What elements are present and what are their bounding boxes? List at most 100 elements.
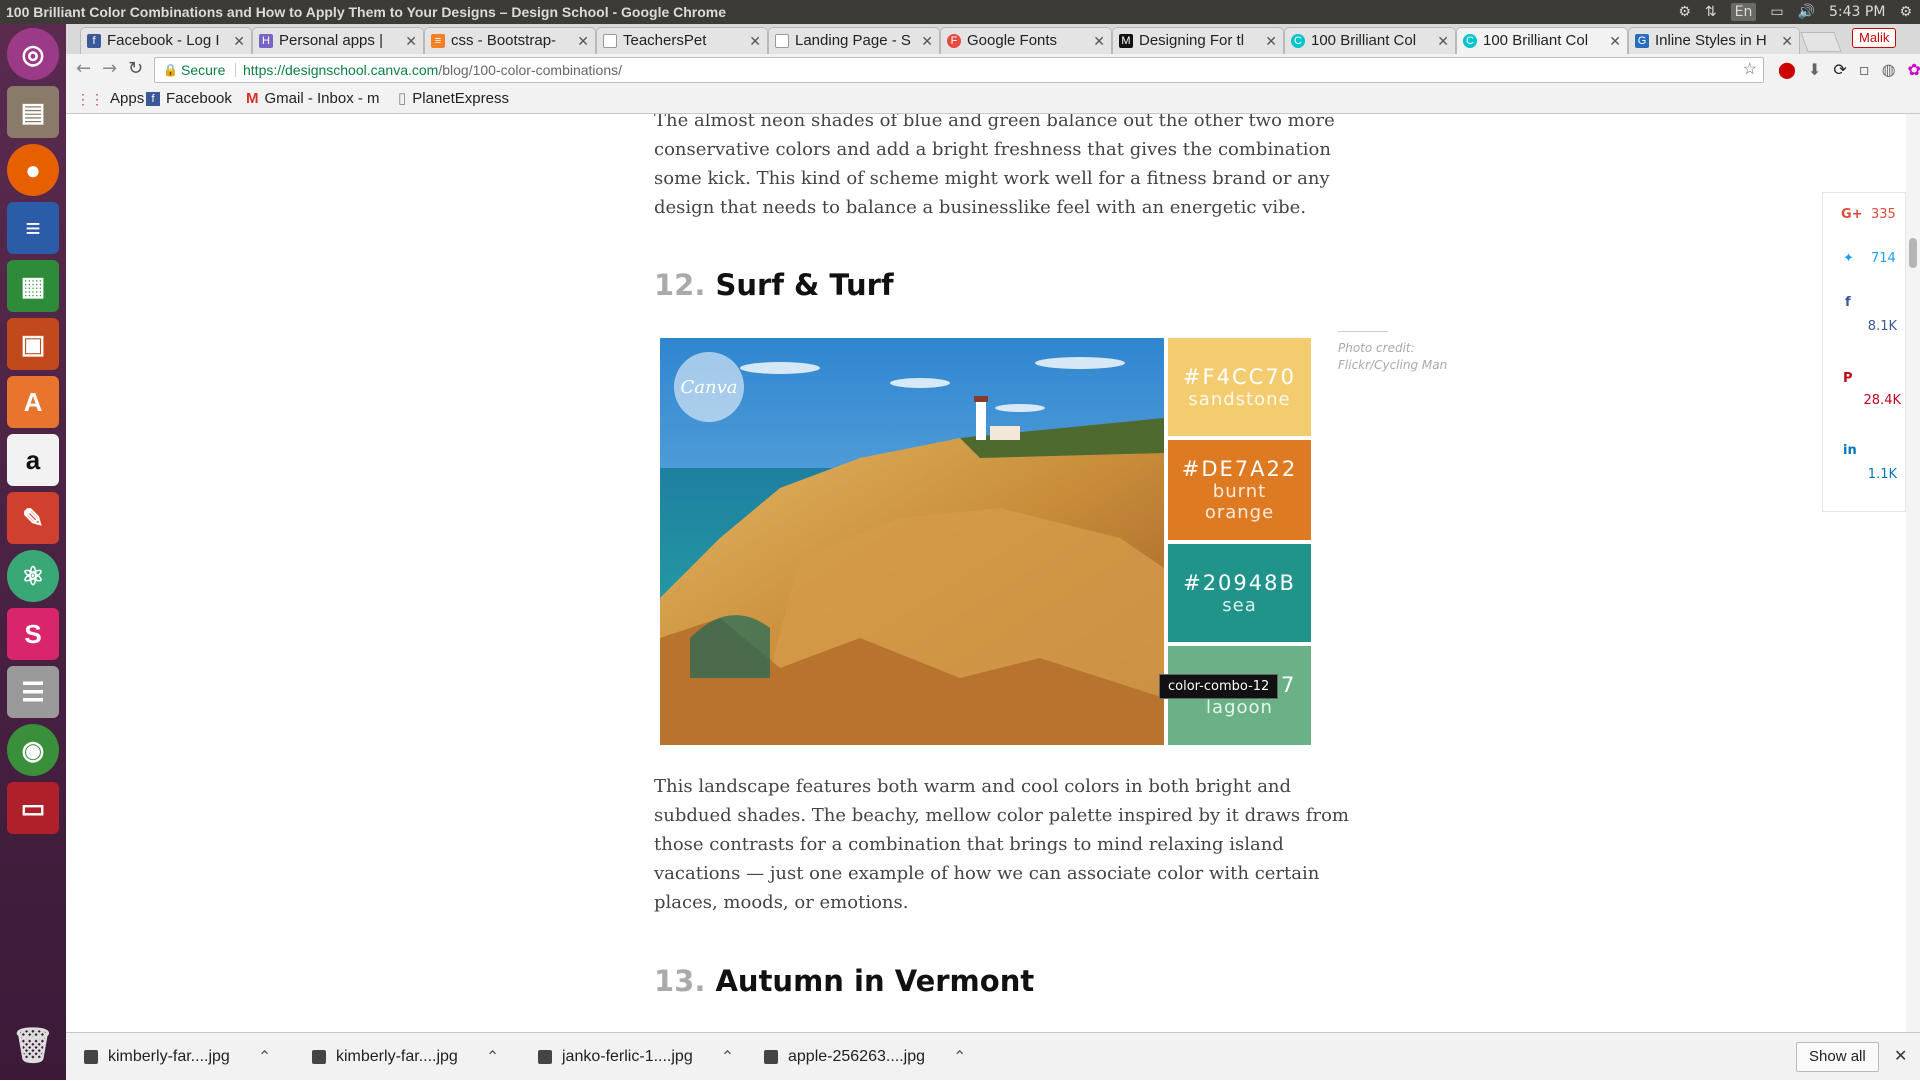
- atom-icon[interactable]: ⚛: [7, 550, 59, 602]
- section-title: Surf & Turf: [715, 268, 894, 302]
- download-item[interactable]: kimberly-far....jpg ⌃: [312, 1033, 499, 1081]
- color-picker-extension-icon[interactable]: ✿: [1908, 60, 1920, 79]
- close-tab-icon[interactable]: ✕: [405, 28, 417, 54]
- chevron-up-icon[interactable]: ⌃: [258, 1047, 271, 1067]
- share-twitter[interactable]: ✦ 714: [1823, 251, 1906, 291]
- impress-icon[interactable]: ▣: [7, 318, 59, 370]
- credit-rule: [1338, 331, 1388, 332]
- address-bar[interactable]: 🔒 Secure https://designschool.canva.com/…: [154, 57, 1764, 83]
- share-count: 335: [1871, 207, 1896, 222]
- network-icon[interactable]: ⇅: [1705, 0, 1717, 24]
- clock[interactable]: 5:43 PM: [1829, 0, 1885, 24]
- tab-100-brilliant-active[interactable]: C 100 Brilliant Col ✕: [1456, 27, 1628, 54]
- close-downloads-icon[interactable]: ✕: [1894, 1046, 1907, 1066]
- extension-icon[interactable]: ▫: [1859, 60, 1870, 79]
- tab-100-brilliant-1[interactable]: C 100 Brilliant Col ✕: [1284, 27, 1456, 54]
- apps-grid-icon: ⋮⋮: [76, 91, 104, 107]
- section-title: Autumn in Vermont: [715, 964, 1035, 998]
- session-icon[interactable]: ⚙: [1899, 0, 1912, 24]
- tab-facebook[interactable]: f Facebook - Log I ✕: [80, 27, 252, 54]
- download-item[interactable]: apple-256263....jpg ⌃: [764, 1033, 966, 1081]
- new-tab-button[interactable]: [1800, 32, 1842, 52]
- share-count: 714: [1871, 251, 1896, 266]
- bookmark-apps[interactable]: ⋮⋮ Apps: [76, 86, 144, 112]
- close-tab-icon[interactable]: ✕: [233, 28, 245, 54]
- system-settings-icon[interactable]: ✎: [7, 492, 59, 544]
- scrollbar-thumb[interactable]: [1909, 238, 1917, 268]
- bookmark-planetexpress[interactable]: ▯ PlanetExpress: [398, 86, 509, 112]
- surf-and-turf-photo: Canva: [660, 338, 1164, 745]
- bookmark-star-icon[interactable]: ☆: [1743, 58, 1757, 82]
- ubuntu-dash-icon[interactable]: ◎: [7, 28, 59, 80]
- text-line: subdued shades. The beachy, mellow color…: [654, 805, 1349, 826]
- share-linkedin[interactable]: in 1.1K: [1823, 443, 1906, 493]
- trash-icon[interactable]: 🗑: [7, 1020, 59, 1072]
- chevron-up-icon[interactable]: ⌃: [721, 1047, 734, 1067]
- close-tab-icon[interactable]: ✕: [1265, 28, 1277, 54]
- close-tab-icon[interactable]: ✕: [921, 28, 933, 54]
- bookmarks-bar: ⋮⋮ Apps f Facebook M Gmail - Inbox - m ▯ Pla…: [66, 86, 1920, 112]
- sync-extension-icon[interactable]: ⟳: [1833, 60, 1846, 79]
- volume-icon[interactable]: 🔊: [1798, 0, 1815, 24]
- system-tray: ⚙ ⇅ En ▭ 🔊 5:43 PM ⚙: [1678, 0, 1912, 24]
- tab-inline-styles[interactable]: G Inline Styles in H ✕: [1628, 27, 1800, 54]
- software-center-icon[interactable]: A: [7, 376, 59, 428]
- swatch-sea: #20948B sea: [1168, 544, 1311, 642]
- close-tab-icon[interactable]: ✕: [1093, 28, 1105, 54]
- swatch-name: sea: [1222, 594, 1257, 616]
- tab-google-fonts[interactable]: F Google Fonts ✕: [940, 27, 1112, 54]
- close-tab-icon[interactable]: ✕: [1437, 28, 1449, 54]
- close-tab-icon[interactable]: ✕: [749, 28, 761, 54]
- files-icon[interactable]: ▤: [7, 86, 59, 138]
- back-button[interactable]: ←: [76, 58, 91, 79]
- close-tab-icon[interactable]: ✕: [1781, 28, 1793, 54]
- settings-icon[interactable]: ⚙: [1678, 0, 1691, 24]
- writer-icon[interactable]: ≡: [7, 202, 59, 254]
- image-file-icon: [538, 1050, 552, 1064]
- gmail-icon: M: [246, 90, 259, 107]
- photo-credit: Photo credit: Flickr/Cycling Man: [1338, 341, 1448, 372]
- calc-icon[interactable]: ▦: [7, 260, 59, 312]
- tab-designing-for[interactable]: M Designing For tl ✕: [1112, 27, 1284, 54]
- firefox-icon[interactable]: ●: [7, 144, 59, 196]
- profile-name: Malik: [1859, 30, 1890, 45]
- slack-icon[interactable]: S: [7, 608, 59, 660]
- bookmark-gmail[interactable]: M Gmail - Inbox - m: [246, 86, 380, 112]
- image-file-icon: [312, 1050, 326, 1064]
- chrome-icon[interactable]: ◉: [7, 724, 59, 776]
- tab-teacherspet[interactable]: TeachersPet ✕: [596, 27, 768, 54]
- adblock-extension-icon[interactable]: ⬤: [1778, 60, 1796, 79]
- share-google-plus[interactable]: G+ 335: [1823, 207, 1906, 247]
- google-fonts-favicon-icon: F: [947, 34, 961, 48]
- image-file-icon: [84, 1050, 98, 1064]
- tab-personal-apps[interactable]: H Personal apps | ✕: [252, 27, 424, 54]
- globe-extension-icon[interactable]: ◍: [1882, 60, 1896, 79]
- swatch-name: burnt orange: [1204, 481, 1275, 523]
- profile-button[interactable]: Malik: [1852, 28, 1897, 48]
- keyboard-layout[interactable]: En: [1730, 3, 1757, 21]
- secure-label: Secure: [181, 62, 226, 78]
- download-extension-icon[interactable]: ⬇: [1808, 60, 1821, 79]
- close-tab-icon[interactable]: ✕: [577, 28, 589, 54]
- amazon-icon[interactable]: a: [7, 434, 59, 486]
- share-pinterest[interactable]: P 28.4K: [1823, 371, 1906, 421]
- chevron-up-icon[interactable]: ⌃: [486, 1047, 499, 1067]
- tab-css-bootstrap[interactable]: ≡ css - Bootstrap- ✕: [424, 27, 596, 54]
- download-item[interactable]: janko-ferlic-1....jpg ⌃: [538, 1033, 734, 1081]
- share-facebook[interactable]: f 8.1K: [1823, 295, 1906, 345]
- terminal-icon[interactable]: ▭: [7, 782, 59, 834]
- forward-button[interactable]: →: [102, 58, 117, 79]
- show-all-button[interactable]: Show all: [1796, 1042, 1879, 1072]
- reload-button[interactable]: ↻: [128, 58, 143, 79]
- close-tab-icon[interactable]: ✕: [1609, 28, 1621, 54]
- bookmark-facebook[interactable]: f Facebook: [146, 86, 232, 112]
- battery-icon[interactable]: ▭: [1770, 0, 1783, 24]
- tab-landing-page[interactable]: Landing Page - S ✕: [768, 27, 940, 54]
- download-item[interactable]: kimberly-far....jpg ⌃: [84, 1033, 271, 1081]
- database-icon[interactable]: ☰: [7, 666, 59, 718]
- canva-favicon-icon: C: [1463, 34, 1477, 48]
- chevron-up-icon[interactable]: ⌃: [953, 1047, 966, 1067]
- swatch-hex: #20948B: [1183, 570, 1296, 595]
- page-content: The almost neon shades of blue and green…: [66, 114, 1906, 1032]
- page-scrollbar[interactable]: [1906, 114, 1920, 1032]
